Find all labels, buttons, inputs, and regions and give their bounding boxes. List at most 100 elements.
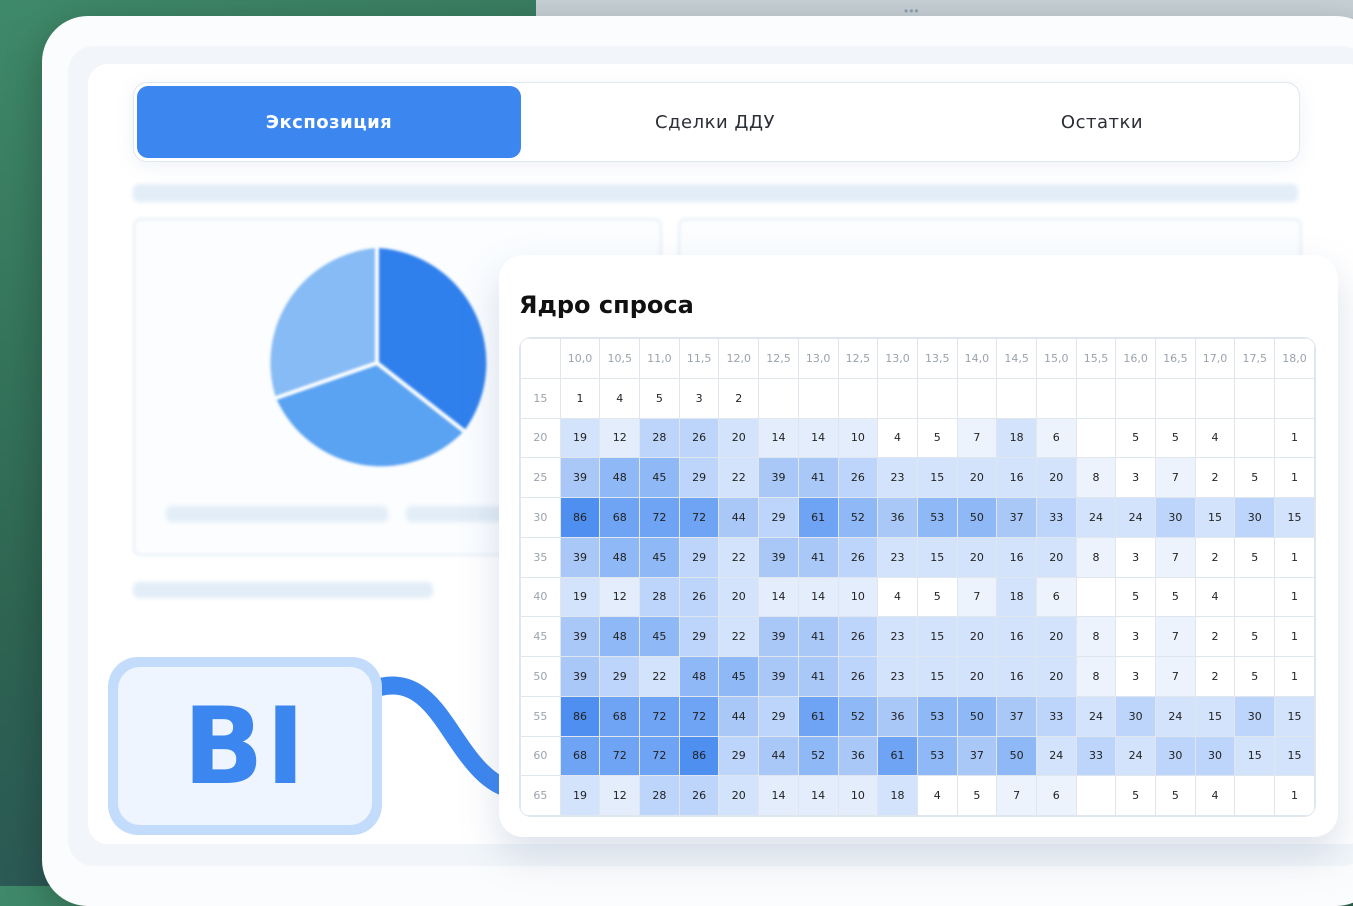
- heatmap-cell: 20: [718, 775, 760, 816]
- heatmap-cell: 15: [1274, 735, 1315, 777]
- heatmap-cell: 20: [956, 656, 998, 697]
- heatmap-cell: 53: [916, 695, 958, 737]
- heatmap-cell: 26: [678, 775, 720, 816]
- heatmap-row: 35 39 48 45 29 22 39 41 26 23 15 20 16 20 8 3 7 2 5 1: [520, 536, 1315, 578]
- heatmap-cell: 5: [1115, 576, 1156, 618]
- heatmap-row: 50 39 29 22 48 45 39 41 26 23 15 20 16 20 8 3 7 2 5 1: [520, 656, 1315, 697]
- heatmap-cell: 5: [1115, 775, 1156, 816]
- heatmap-cell: 48: [599, 536, 641, 578]
- heatmap-cell: 18: [996, 576, 1037, 618]
- heatmap-cell: [877, 377, 918, 419]
- heatmap-cell: 18: [877, 775, 918, 816]
- heatmap-cell: 39: [559, 616, 601, 657]
- heatmap-cell: 20: [1035, 457, 1077, 498]
- heatmap-cell: 19: [559, 775, 601, 816]
- heatmap-cell: 39: [559, 656, 601, 697]
- heatmap-cell: 1: [1274, 417, 1315, 459]
- heatmap-cell: [1075, 576, 1117, 618]
- heatmap-cell: 15: [1194, 695, 1236, 737]
- heatmap-cell: 50: [956, 695, 998, 737]
- heatmap-cell: 72: [599, 735, 641, 777]
- heatmap-cell: 53: [916, 735, 958, 777]
- heatmap-cell: 4: [877, 417, 918, 459]
- heatmap-cell: 14: [797, 576, 839, 618]
- heatmap-cell: 26: [837, 536, 879, 578]
- heatmap-row-header: 15: [520, 377, 561, 419]
- heatmap-cell: 72: [678, 497, 720, 538]
- heatmap-cell: 26: [837, 656, 879, 697]
- heatmap-cell: [916, 377, 958, 419]
- heatmap-cell: 72: [639, 497, 680, 538]
- heatmap-cell: 20: [718, 576, 760, 618]
- heatmap-cell: 5: [1155, 576, 1196, 618]
- heatmap-column-header: 14,5: [996, 338, 1037, 379]
- heatmap-cell: [1194, 377, 1236, 419]
- heatmap-cell: 41: [797, 656, 839, 697]
- heatmap-row: 55 86 68 72 72 44 29 61 52 36 53 50 37 33 24 30 24 15 30 15: [520, 695, 1315, 737]
- heatmap-cell: 72: [639, 695, 680, 737]
- heatmap-cell: 29: [678, 457, 720, 498]
- heatmap-cell: [1234, 417, 1276, 459]
- heatmap-cell: 28: [639, 576, 680, 618]
- heatmap-cell: 61: [797, 497, 839, 538]
- heatmap-cell: 22: [718, 457, 760, 498]
- heatmap-cell: 29: [678, 616, 720, 657]
- heatmap-cell: 22: [639, 656, 680, 697]
- heatmap-cell: 7: [1155, 536, 1196, 578]
- heatmap-cell: 29: [718, 735, 760, 777]
- heatmap-cell: 86: [559, 497, 601, 538]
- heatmap-table-wrap: 10,0 10,5 11,0 11,5 12,0 12,5 13,0 12,5 13,0 13,5…: [519, 337, 1316, 817]
- heatmap-cell: 14: [797, 417, 839, 459]
- heatmap-cell: 36: [877, 497, 918, 538]
- heatmap-cell: 16: [996, 457, 1037, 498]
- heatmap-cell: 44: [758, 735, 799, 777]
- heatmap-column-header: 18,0: [1274, 338, 1315, 379]
- heatmap-cell: 15: [1234, 735, 1276, 777]
- heatmap-row-header: 55: [520, 695, 561, 737]
- heatmap-row-header: 35: [520, 536, 561, 578]
- heatmap-cell: 41: [797, 616, 839, 657]
- heatmap-cell: 45: [639, 616, 680, 657]
- heatmap-cell: 10: [837, 775, 879, 816]
- heatmap-cell: 3: [1115, 656, 1156, 697]
- tab-ddu-deals[interactable]: Сделки ДДУ: [524, 86, 906, 158]
- tab-exposure[interactable]: Экспозиция: [137, 86, 521, 158]
- heatmap-column-header: 12,5: [837, 338, 879, 379]
- heatmap-cell: 48: [599, 457, 641, 498]
- heatmap-cell: [1115, 377, 1156, 419]
- heatmap-row-header: 60: [520, 735, 561, 777]
- heatmap-cell: 22: [718, 616, 760, 657]
- heatmap-cell: 2: [1194, 656, 1236, 697]
- heatmap-row: 15 1 4 5 3 2: [520, 377, 1315, 419]
- heatmap-cell: 61: [877, 735, 918, 777]
- heatmap-cell: 1: [1274, 775, 1315, 816]
- heatmap-cell: 41: [797, 536, 839, 578]
- heatmap-cell: 6: [1035, 576, 1077, 618]
- heatmap-cell: 2: [1194, 616, 1236, 657]
- heatmap-cell: 68: [599, 497, 641, 538]
- heatmap-cell: 28: [639, 417, 680, 459]
- heatmap-cell: 30: [1155, 497, 1196, 538]
- heatmap-cell: 8: [1075, 656, 1117, 697]
- heatmap-cell: 8: [1075, 536, 1117, 578]
- heatmap-cell: 30: [1194, 735, 1236, 777]
- heatmap-cell: 5: [1155, 417, 1196, 459]
- heatmap-cell: 45: [639, 536, 680, 578]
- heatmap-cell: 18: [996, 417, 1037, 459]
- blurred-legend-2: [406, 506, 506, 522]
- heatmap-cell: 24: [1115, 735, 1156, 777]
- heatmap-cell: 24: [1035, 735, 1077, 777]
- heatmap-cell: 4: [599, 377, 641, 419]
- heatmap-cell: 14: [758, 417, 799, 459]
- heatmap-cell: 7: [956, 576, 998, 618]
- tab-remainders[interactable]: Остатки: [909, 86, 1295, 158]
- heatmap-cell: [1274, 377, 1315, 419]
- heatmap-cell: 26: [837, 457, 879, 498]
- heatmap-cell: 23: [877, 457, 918, 498]
- heatmap-cell: 33: [1035, 695, 1077, 737]
- heatmap-row-header: 45: [520, 616, 561, 657]
- heatmap-cell: 52: [797, 735, 839, 777]
- bi-badge: BI: [108, 657, 382, 835]
- heatmap-cell: [1075, 377, 1117, 419]
- heatmap-cell: 7: [996, 775, 1037, 816]
